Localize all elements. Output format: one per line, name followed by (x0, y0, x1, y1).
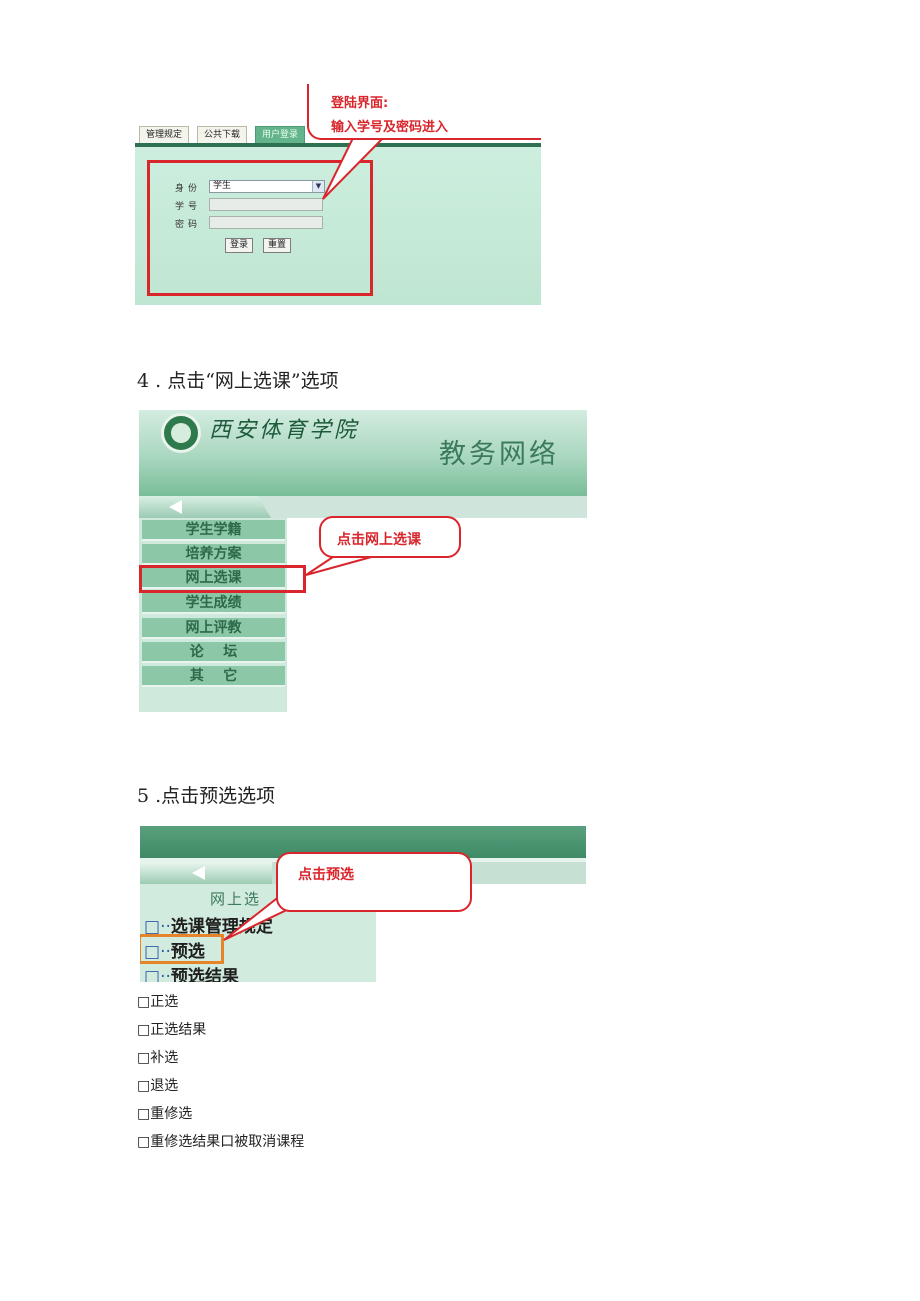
preselection-callout: 点击预选 (276, 852, 472, 912)
callout-pointer (305, 547, 376, 576)
callout-line-1: 登陆界面: (331, 96, 389, 111)
portal-screenshot: 西安体育学院 教务网络 学生学籍 培养方案 网上选课 学生成绩 网上评教 论 坛… (139, 410, 587, 712)
list-item: □正选 (137, 994, 179, 1010)
list-item: □退选 (137, 1078, 179, 1094)
list-item: □重修选结果口被取消课程 (137, 1134, 305, 1150)
login-screenshot: 管理规定 公共下载 用户登录 身份 学生 ▼ 学号 密码 登录 重置 登陆界面:… (135, 84, 541, 305)
callout-line-2: 输入学号及密码进入 (331, 120, 449, 135)
course-selection-callout: 点击网上选课 (319, 516, 461, 558)
list-item: □正选结果 (137, 1022, 207, 1038)
list-item: □重修选 (137, 1106, 193, 1122)
list-item: □补选 (137, 1050, 179, 1066)
callout-text: 点击预选 (298, 867, 354, 883)
login-callout: 登陆界面: 输入学号及密码进入 (307, 84, 541, 140)
step-5-heading: 5 .点击预选选项 (137, 785, 276, 807)
preselection-screenshot: 网上选 □··选课管理规定 □··预选 □··预选结果 点击预选 (140, 826, 586, 982)
callout-text: 点击网上选课 (337, 532, 421, 548)
step-4-heading: 4 . 点击“网上选课”选项 (137, 370, 339, 392)
